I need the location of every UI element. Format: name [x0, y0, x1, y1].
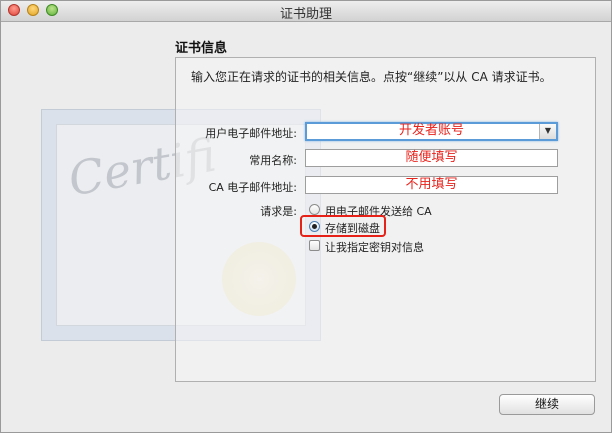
specify-key-pair-checkbox[interactable] [309, 240, 320, 251]
request-type-label: 请求是: [260, 205, 297, 218]
chevron-down-icon[interactable]: ▼ [539, 124, 556, 139]
annotation-highlight-box [300, 215, 386, 237]
title-bar: 证书助理 [1, 1, 611, 22]
radio-email-to-ca[interactable] [309, 204, 320, 215]
common-name-label: 常用名称: [249, 154, 297, 167]
certificate-assistant-window: 证书助理 Certifi 证书信息 输入您正在请求的证书的相关信息。点按“继续”… [0, 0, 612, 433]
user-email-value: 开发者账号 [398, 123, 464, 138]
intro-text: 输入您正在请求的证书的相关信息。点按“继续”以从 CA 请求证书。 [191, 70, 552, 84]
common-name-field[interactable]: 随便填写 [305, 149, 558, 167]
specify-key-pair-label[interactable]: 让我指定密钥对信息 [325, 239, 424, 255]
user-email-combobox[interactable]: 开发者账号 ▼ [305, 122, 558, 141]
section-title: 证书信息 [175, 41, 228, 56]
ca-email-field[interactable]: 不用填写 [305, 176, 558, 194]
window-title: 证书助理 [279, 7, 332, 22]
ca-email-value: 不用填写 [405, 177, 458, 192]
common-name-value: 随便填写 [405, 150, 458, 165]
ca-email-label: CA 电子邮件地址: [208, 181, 297, 194]
user-email-label: 用户电子邮件地址: [205, 127, 297, 140]
continue-button[interactable]: 继续 [499, 394, 595, 415]
